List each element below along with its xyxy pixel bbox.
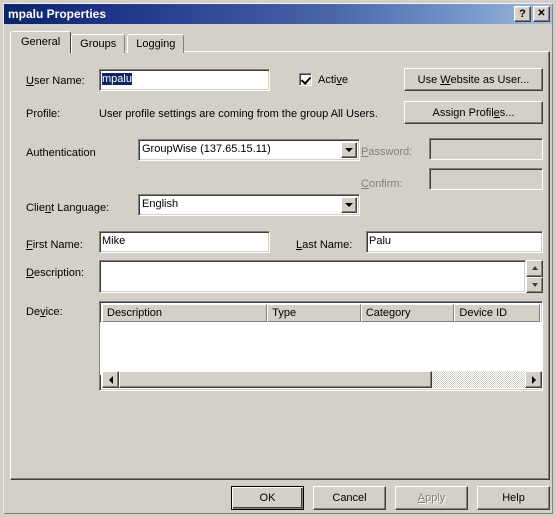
- client-language-label: Client Language:: [26, 202, 110, 214]
- tab-strip: General Groups Logging: [10, 31, 186, 53]
- scrollbar-track[interactable]: [119, 371, 525, 388]
- help-icon[interactable]: ?: [514, 6, 531, 22]
- tab-groups-label: Groups: [80, 38, 117, 50]
- close-icon[interactable]: ✕: [533, 6, 550, 22]
- description-value: [100, 261, 525, 265]
- column-header-description[interactable]: Description: [102, 304, 268, 322]
- authentication-label: Authentication: [26, 147, 96, 159]
- assign-profiles-label: Assign Profiles...: [432, 106, 515, 119]
- column-header-category[interactable]: Category: [360, 304, 455, 322]
- cancel-button-label: Cancel: [332, 492, 367, 504]
- ok-button-label: OK: [259, 492, 276, 504]
- first-name-label: First Name:: [26, 239, 83, 251]
- cancel-button[interactable]: Cancel: [313, 486, 386, 510]
- password-input[interactable]: [429, 138, 543, 160]
- description-spinner[interactable]: [526, 260, 543, 293]
- user-name-value: mpalu: [102, 73, 132, 85]
- password-label: Password:: [361, 146, 413, 158]
- tab-general[interactable]: General: [10, 31, 72, 53]
- client-language-value: English: [142, 198, 179, 210]
- client-language-dropdown[interactable]: English: [138, 194, 360, 216]
- authentication-value: GroupWise (137.65.15.11): [142, 143, 271, 155]
- dialog-footer: OK Cancel Apply Help: [3, 482, 553, 517]
- device-listview[interactable]: Description Type Category Device ID: [99, 301, 543, 391]
- general-tab-panel: User Name: mpalu Active Use Website as U…: [10, 51, 550, 480]
- description-label: Description:: [26, 267, 85, 279]
- scroll-right-icon[interactable]: [525, 371, 542, 388]
- chevron-down-icon[interactable]: [341, 142, 357, 158]
- device-label: Device:: [26, 306, 63, 318]
- apply-button-label: Apply: [417, 492, 446, 504]
- user-name-label: User Name:: [26, 75, 85, 87]
- device-horizontal-scrollbar[interactable]: [102, 371, 542, 388]
- title-bar: mpalu Properties ? ✕: [4, 4, 552, 24]
- tab-groups[interactable]: Groups: [71, 34, 126, 53]
- first-name-value: Mike: [102, 235, 126, 247]
- tab-logging[interactable]: Logging: [127, 34, 185, 53]
- spinner-down-icon[interactable]: [526, 276, 543, 293]
- apply-button[interactable]: Apply: [395, 486, 468, 510]
- confirm-input[interactable]: [429, 168, 543, 190]
- properties-dialog-window: mpalu Properties ? ✕ General Groups Logg…: [0, 0, 556, 517]
- last-name-value: Palu: [369, 235, 392, 247]
- scroll-left-icon[interactable]: [102, 371, 119, 388]
- profile-label: Profile:: [26, 108, 61, 120]
- user-name-input[interactable]: mpalu: [99, 69, 270, 91]
- device-table-body: [100, 322, 542, 375]
- last-name-input[interactable]: Palu: [366, 231, 543, 253]
- confirm-label: Confirm:: [361, 178, 403, 190]
- ok-button[interactable]: OK: [231, 486, 304, 510]
- device-table-header: Description Type Category Device ID: [102, 304, 540, 322]
- column-header-device-id[interactable]: Device ID: [454, 304, 540, 322]
- spinner-up-icon[interactable]: [526, 260, 543, 277]
- authentication-dropdown[interactable]: GroupWise (137.65.15.11): [138, 139, 360, 161]
- tab-general-label: General: [21, 35, 61, 48]
- description-textarea[interactable]: [99, 260, 526, 293]
- last-name-label: Last Name:: [296, 239, 353, 251]
- use-website-as-user-label: Use Website as User...: [417, 73, 530, 86]
- column-header-type[interactable]: Type: [267, 304, 361, 322]
- use-website-as-user-button[interactable]: Use Website as User...: [404, 68, 543, 91]
- title-bar-buttons: ? ✕: [514, 6, 550, 22]
- scrollbar-thumb[interactable]: [119, 371, 432, 388]
- assign-profiles-button[interactable]: Assign Profiles...: [404, 101, 543, 124]
- chevron-down-icon[interactable]: [341, 197, 357, 213]
- active-checkbox-label: Active: [318, 73, 348, 86]
- tab-logging-label: Logging: [136, 38, 176, 50]
- checkbox-box-icon: [299, 73, 312, 86]
- profile-text: User profile settings are coming from th…: [99, 108, 378, 120]
- active-checkbox[interactable]: Active: [299, 73, 348, 86]
- help-button[interactable]: Help: [477, 486, 550, 510]
- window-title: mpalu Properties: [8, 7, 107, 21]
- help-button-label: Help: [502, 492, 525, 504]
- first-name-input[interactable]: Mike: [99, 231, 270, 253]
